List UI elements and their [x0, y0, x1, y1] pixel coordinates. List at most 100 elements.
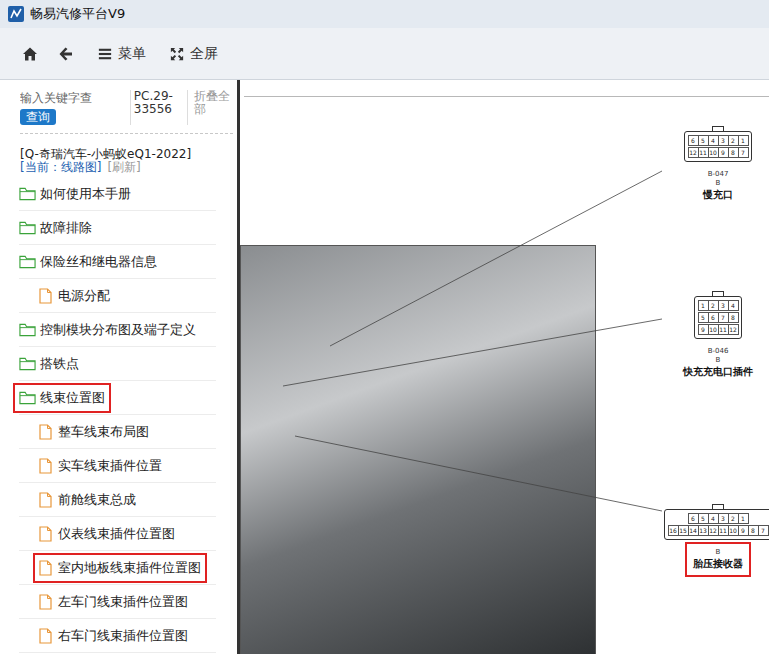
document-icon — [39, 594, 52, 610]
folder-icon — [19, 391, 36, 405]
header-rule — [244, 96, 769, 97]
tree-item-label: 搭铁点 — [40, 355, 79, 373]
diagram-canvas: 654321121110987B-047B慢充口123456789101112B… — [240, 80, 769, 654]
connector-side: B — [716, 548, 721, 557]
pin-row: 654321 — [688, 513, 748, 524]
tree-item[interactable]: 如何使用本手册 — [19, 177, 216, 211]
collapse-all-button[interactable]: 折叠全部 — [187, 90, 233, 125]
home-icon[interactable] — [22, 46, 38, 62]
tree-item-content: 前舱线束总成 — [39, 491, 136, 509]
menu-icon — [98, 47, 112, 61]
connector[interactable]: 654321121110987 B-047B慢充口 — [670, 126, 766, 204]
pin-row: 16151413121110987 — [668, 525, 768, 536]
app-logo-icon — [8, 6, 24, 22]
folder-icon — [19, 187, 36, 201]
toolbar-button[interactable]: 菜单 — [98, 45, 146, 63]
tree-item-label: 室内地板线束插件位置图 — [58, 559, 201, 577]
pin: 8 — [728, 312, 739, 323]
tree-item-label: 如何使用本手册 — [40, 185, 131, 203]
tree-item[interactable]: 实车线束插件位置 — [19, 449, 216, 483]
tree-item-content: 故障排除 — [19, 219, 92, 237]
tree-item-content: 电源分配 — [39, 287, 110, 305]
tree-item-label: 左车门线束插件位置图 — [58, 593, 188, 611]
connector-side: B — [716, 356, 721, 365]
toolbar-button-label: 全屏 — [190, 45, 218, 63]
toolbar: 菜单 全屏 — [0, 28, 769, 80]
tree-item[interactable]: 线束位置图 — [19, 381, 216, 415]
tree-item-label: 线束位置图 — [40, 389, 105, 407]
tree-item-content: 室内地板线束插件位置图 — [39, 559, 201, 577]
tree-item-content: 线束位置图 — [19, 389, 105, 407]
folder-icon — [19, 255, 36, 269]
tree-item-content: 仪表线束插件位置图 — [39, 525, 175, 543]
back-arrow-icon[interactable] — [58, 46, 74, 62]
tree-item-label: 实车线束插件位置 — [58, 457, 162, 475]
page-code: PC.29-33556 — [130, 90, 183, 125]
pin: 7 — [738, 147, 749, 158]
tree-item-content: 左车门线束插件位置图 — [39, 593, 188, 611]
tree-item[interactable]: 整车线束布局图 — [19, 415, 216, 449]
tree-item[interactable]: 故障排除 — [19, 211, 216, 245]
toolbar-button-label: 菜单 — [118, 45, 146, 63]
tree-item[interactable]: 搭铁点 — [19, 347, 216, 381]
toolbar-button[interactable]: 全屏 — [170, 45, 218, 63]
tree-item-content: 搭铁点 — [19, 355, 79, 373]
title-bar: 畅易汽修平台V9 — [0, 0, 769, 28]
tree: 如何使用本手册故障排除保险丝和继电器信息电源分配控制模块分布图及端子定义搭铁点线… — [0, 177, 233, 653]
tree-item[interactable]: 前舱线束总成 — [19, 483, 216, 517]
tree-item-label: 保险丝和继电器信息 — [40, 253, 157, 271]
connector[interactable]: 123456789101112B-046B快充充电口插件 — [670, 291, 766, 381]
document-icon — [39, 560, 52, 576]
search-bar: 输入关键字查查询PC.29-33556折叠全部 — [20, 90, 233, 134]
tree-item-content: 整车线束布局图 — [39, 423, 149, 441]
current-view-label: [当前：线路图] — [20, 161, 101, 174]
tree-item-label: 电源分配 — [58, 287, 110, 305]
tree-item-content: 保险丝和继电器信息 — [19, 253, 157, 271]
tree-item[interactable]: 右车门线束插件位置图 — [19, 619, 216, 653]
pin-row: 9101112 — [698, 324, 738, 335]
pin: 12 — [728, 324, 739, 335]
tree-item-content: 实车线束插件位置 — [39, 457, 162, 475]
tree-item-content: 控制模块分布图及端子定义 — [19, 321, 196, 339]
tree-item-label: 仪表线束插件位置图 — [58, 525, 175, 543]
tree-item-label: 整车线束布局图 — [58, 423, 149, 441]
document-icon — [39, 458, 52, 474]
connector-face: 654321121110987 — [684, 131, 752, 162]
model-name: [Q-奇瑞汽车-小蚂蚁eQ1-2022] — [20, 148, 233, 161]
sidebar: 输入关键字查查询PC.29-33556折叠全部 [Q-奇瑞汽车-小蚂蚁eQ1-20… — [0, 80, 233, 654]
tree-item-label: 故障排除 — [40, 219, 92, 237]
pin: 1 — [738, 135, 749, 146]
pin: 4 — [728, 300, 739, 311]
folder-icon — [19, 357, 36, 371]
pin-row: 1234 — [698, 300, 738, 311]
connector-label: B-046B快充充电口插件 — [679, 345, 757, 381]
connector-name: 胎压接收器 — [693, 557, 743, 571]
search-field[interactable]: 输入关键字查查询 — [20, 90, 130, 125]
connector-label: B胎压接收器 — [689, 546, 747, 573]
refresh-link[interactable]: [刷新] — [107, 161, 140, 174]
folder-icon — [19, 221, 36, 235]
pin: 7 — [758, 525, 769, 536]
manual-info: [Q-奇瑞汽车-小蚂蚁eQ1-2022][当前：线路图] [刷新] — [20, 148, 233, 174]
tree-item-content: 右车门线束插件位置图 — [39, 627, 188, 645]
connector-side: B — [716, 179, 721, 188]
tree-item[interactable]: 控制模块分布图及端子定义 — [19, 313, 216, 347]
connector-label: B-047B慢充口 — [699, 168, 737, 204]
connector[interactable]: 65432116151413121110987 B胎压接收器 — [670, 504, 766, 573]
document-icon — [39, 424, 52, 440]
current-view: [当前：线路图] [刷新] — [20, 161, 233, 174]
tree-item[interactable]: 电源分配 — [19, 279, 216, 313]
tree-item[interactable]: 仪表线束插件位置图 — [19, 517, 216, 551]
search-button[interactable]: 查询 — [20, 109, 56, 125]
tree-item[interactable]: 保险丝和继电器信息 — [19, 245, 216, 279]
pin: 1 — [738, 513, 749, 524]
pin-row: 121110987 — [688, 147, 748, 158]
tree-item[interactable]: 左车门线束插件位置图 — [19, 585, 216, 619]
connector-name: 慢充口 — [703, 188, 733, 202]
tree-item[interactable]: 室内地板线束插件位置图 — [19, 551, 216, 585]
vehicle-photo — [240, 245, 596, 654]
document-icon — [39, 492, 52, 508]
main-area: 输入关键字查查询PC.29-33556折叠全部 [Q-奇瑞汽车-小蚂蚁eQ1-20… — [0, 80, 769, 654]
connector-code: B-046 — [708, 347, 729, 356]
fullscreen-icon — [170, 47, 184, 61]
